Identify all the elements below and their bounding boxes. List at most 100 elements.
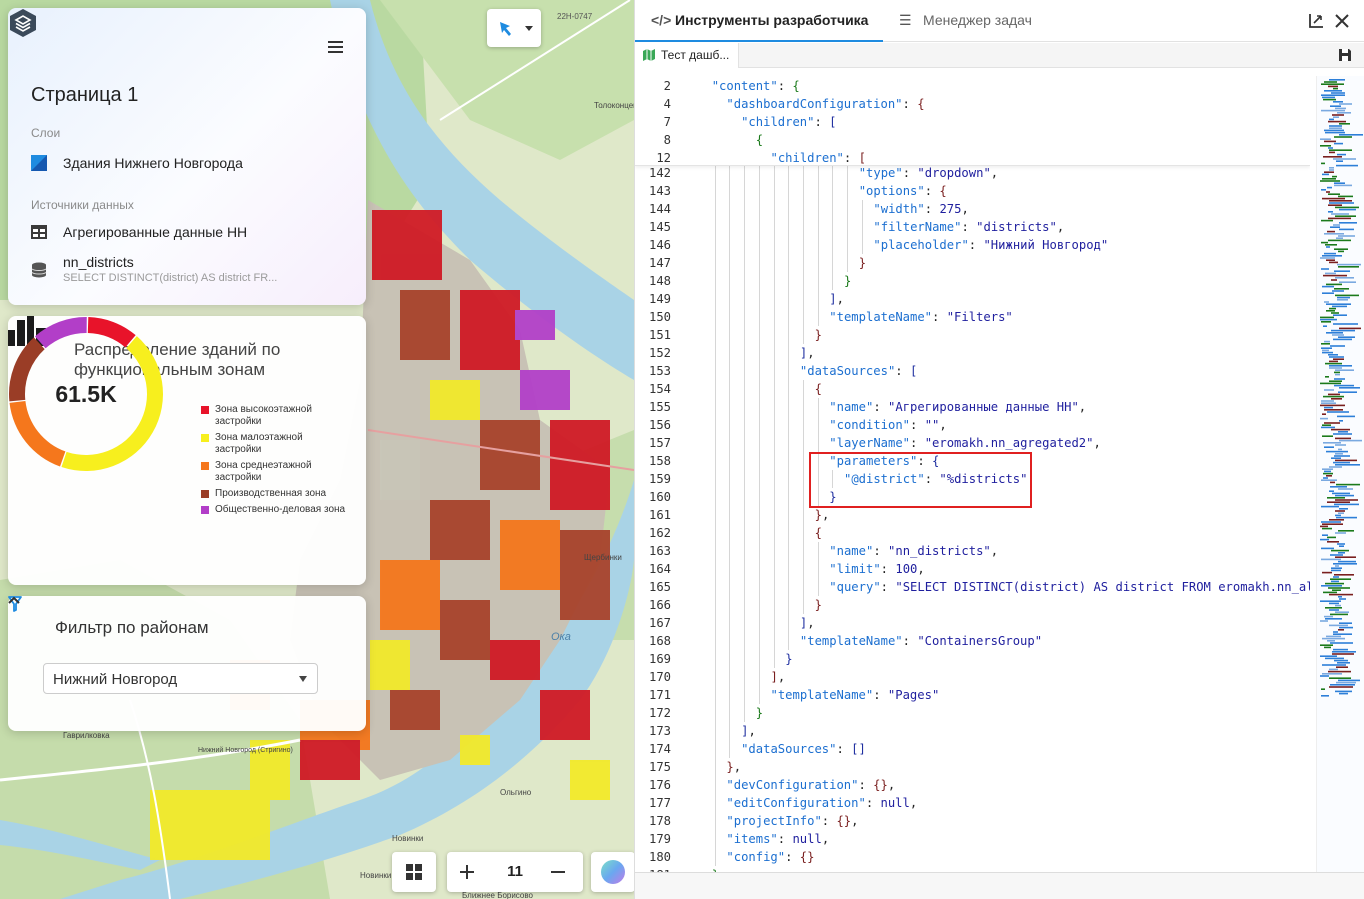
indent-guide [729, 650, 731, 668]
donut-slice[interactable] [9, 337, 45, 402]
minimap-line [1320, 316, 1334, 319]
editor-scrollbar[interactable] [635, 872, 1364, 899]
tab-dev-tools-label: Инструменты разработчика [675, 12, 869, 28]
minimap-line [1329, 380, 1342, 382]
zoom-in-icon[interactable] [459, 864, 475, 880]
minimap-line [1329, 79, 1345, 81]
indent-guide [714, 812, 716, 830]
minimap-line [1334, 184, 1352, 187]
code-line: 154 { [635, 380, 1310, 398]
indent-guide [729, 182, 731, 200]
code-text: ], [741, 724, 756, 738]
indent-guide [832, 272, 834, 290]
minimap-line [1324, 129, 1344, 132]
legend-item[interactable]: Зона малоэтажной застройки [201, 432, 351, 456]
source-name: nn_districts [63, 254, 134, 270]
highlight-box [809, 452, 1032, 508]
minimap-line [1335, 206, 1359, 209]
minimap-line [1326, 475, 1332, 477]
editor-minimap[interactable] [1316, 76, 1364, 872]
tab-task-manager[interactable]: ☰ Менеджер задач [899, 12, 1032, 29]
close-icon[interactable] [1333, 12, 1351, 30]
minimap-line [1327, 230, 1335, 233]
indent-guide [788, 380, 790, 398]
zoom-out-icon[interactable] [550, 864, 566, 880]
legend-item[interactable]: Производственная зона [201, 488, 351, 500]
minimap-line [1321, 83, 1344, 85]
legend-item[interactable]: Зона среднеэтажной застройки [201, 460, 351, 484]
donut-chart[interactable]: 61.5K [8, 316, 164, 472]
minimap-line [1337, 662, 1350, 664]
code-text: { [814, 526, 822, 540]
code-text: "dataSources": [] [741, 742, 866, 756]
data-source-item[interactable]: Агрегированные данные НН [31, 224, 351, 244]
indent-guide [714, 200, 716, 218]
indent-guide [817, 434, 819, 452]
code-text: } [858, 256, 867, 270]
donut-slice[interactable] [34, 317, 87, 349]
minimap-line [1339, 387, 1360, 389]
minimap-line [1328, 211, 1333, 213]
minimap-line [1338, 195, 1353, 198]
indent-guide [758, 218, 760, 236]
minimap-line [1321, 695, 1329, 697]
indent-guide [802, 290, 804, 308]
tab-dev-tools[interactable]: </> Инструменты разработчика [651, 12, 868, 28]
indent-guide [744, 596, 746, 614]
indent-guide [832, 200, 834, 218]
minimap-line [1335, 277, 1354, 279]
code-text: { [814, 382, 822, 396]
dev-panel: </> Инструменты разработчика ☰ Менеджер за… [634, 0, 1364, 899]
basemap-button[interactable] [392, 852, 436, 892]
minimap-line [1322, 349, 1329, 352]
code-line: 8{ [635, 131, 1310, 149]
minimap-line [1334, 270, 1350, 272]
minimap-line [1322, 178, 1336, 180]
minimap-line [1338, 679, 1360, 682]
globe-button[interactable] [591, 852, 634, 892]
donut-slice[interactable] [9, 401, 66, 467]
indent-guide [744, 452, 746, 470]
minimap-line [1330, 684, 1355, 686]
chevron-up-icon[interactable] [8, 596, 20, 604]
line-number: 161 [648, 508, 671, 522]
indent-guide [729, 326, 731, 344]
map-view[interactable]: 22Н-0747 Ока Толоконцево Гаврилковка Оль… [0, 0, 634, 899]
minimap-line [1334, 142, 1343, 145]
legend-item[interactable]: Зона высокоэтажной застройки [201, 404, 351, 428]
minimap-line [1337, 299, 1348, 301]
code-line: 168 "templateName": "ContainersGroup" [635, 632, 1310, 650]
code-editor[interactable]: 2 "content": {4 "dashboardConfiguration": … [635, 76, 1310, 872]
legend-item[interactable]: Общественно-деловая зона [201, 504, 351, 516]
dock-icon[interactable] [1307, 12, 1325, 30]
indent-guide [758, 614, 760, 632]
indent-guide [802, 326, 804, 344]
minimap-line [1323, 591, 1337, 594]
minimap-line [1321, 94, 1345, 96]
code-text: } [814, 328, 822, 342]
minimap-line [1334, 248, 1348, 250]
minimap-line [1324, 422, 1340, 424]
file-tab[interactable]: Тест дашб... [635, 43, 739, 68]
select-tool-button[interactable] [487, 9, 541, 47]
minimap-line [1331, 213, 1349, 215]
app-logo-icon[interactable] [8, 8, 38, 38]
line-number: 169 [648, 652, 671, 666]
district-select[interactable]: Нижний Новгород [43, 663, 318, 694]
menu-icon[interactable] [328, 41, 343, 53]
layer-item[interactable]: Здания Нижнего Новгорода [31, 155, 351, 175]
indent-guide [788, 398, 790, 416]
minimap-line [1333, 323, 1358, 325]
indent-guide [758, 344, 760, 362]
minimap-line [1326, 259, 1335, 261]
line-number: 151 [648, 328, 671, 342]
code-text: }, [726, 760, 742, 774]
indent-guide [729, 686, 731, 704]
donut-slice[interactable] [87, 317, 136, 348]
data-source-item[interactable]: nn_districts SELECT DISTINCT(district) A… [31, 254, 351, 290]
code-line: 146 "placeholder": "Нижний Новгород" [635, 236, 1310, 254]
save-icon[interactable] [1339, 49, 1351, 61]
code-text: } [814, 598, 822, 612]
code-text: "items": null, [726, 832, 830, 846]
tab-task-manager-label: Менеджер задач [923, 12, 1032, 28]
